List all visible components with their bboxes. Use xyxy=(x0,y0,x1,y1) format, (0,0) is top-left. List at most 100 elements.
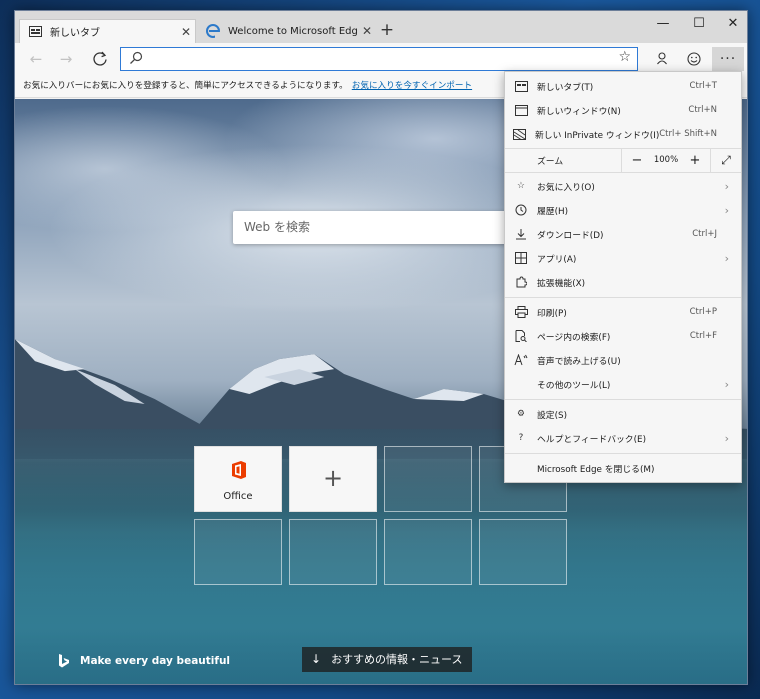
fullscreen-icon[interactable]: ⤢ xyxy=(711,153,741,168)
tab-new-tab[interactable]: 新しいタブ ✕ xyxy=(19,19,196,43)
download-icon xyxy=(505,228,537,240)
empty-tile[interactable] xyxy=(194,519,282,585)
favbar-text: お気に入りバーにお気に入りを登録すると、簡単にアクセスできるようになります。 xyxy=(23,81,348,91)
menu-label: 新しいタブ(T) xyxy=(537,82,594,93)
menu-item-downloads[interactable]: ダウンロード(D) Ctrl+J xyxy=(505,222,741,246)
bing-tagline: Make every day beautiful xyxy=(80,655,231,667)
more-icon[interactable]: ··· xyxy=(712,47,744,71)
menu-item-extensions[interactable]: 拡張機能(X) xyxy=(505,270,741,294)
new-tab-page-icon xyxy=(28,25,42,39)
refresh-icon[interactable] xyxy=(87,47,113,71)
menu-item-new-window[interactable]: 新しいウィンドウ(N) Ctrl+N xyxy=(505,98,741,122)
menu-separator xyxy=(505,453,741,454)
news-button-label: おすすめの情報・ニュース xyxy=(331,653,463,666)
menu-separator xyxy=(505,399,741,400)
menu-shortcut: Ctrl+J xyxy=(692,229,717,239)
menu-item-print[interactable]: 印刷(P) Ctrl+P xyxy=(505,300,741,324)
office-logo-icon xyxy=(230,460,248,480)
menu-item-read-aloud[interactable]: 音声で読み上げる(U) xyxy=(505,348,741,372)
minimize-button[interactable]: — xyxy=(645,13,681,35)
browser-window: 新しいタブ ✕ Welcome to Microsoft Edge Dev ✕ … xyxy=(14,10,748,685)
menu-shortcut: Ctrl+P xyxy=(689,307,717,317)
tab-welcome[interactable]: Welcome to Microsoft Edge Dev ✕ xyxy=(198,19,376,43)
favorite-star-icon[interactable]: ☆ xyxy=(618,49,631,65)
menu-label: 新しい InPrivate ウィンドウ(I) xyxy=(534,130,660,141)
history-icon xyxy=(505,204,537,216)
menu-shortcut: Ctrl+T xyxy=(689,81,717,91)
settings-and-more-menu: 新しいタブ(T) Ctrl+T 新しいウィンドウ(N) Ctrl+N 新しい I… xyxy=(504,71,742,483)
bing-logo-icon xyxy=(57,653,71,669)
search-icon xyxy=(129,51,143,65)
menu-shortcut: Ctrl+ Shift+N xyxy=(659,129,717,139)
menu-label: アプリ(A) xyxy=(537,254,577,265)
profile-icon[interactable] xyxy=(648,47,676,71)
tile-label: Office xyxy=(223,491,253,502)
read-aloud-icon xyxy=(505,354,537,366)
menu-item-close-edge[interactable]: Microsoft Edge を閉じる(M) xyxy=(505,456,741,480)
edge-logo-icon xyxy=(206,24,220,38)
add-site-tile[interactable]: + xyxy=(289,446,377,512)
menu-label: ページ内の検索(F) xyxy=(537,332,611,343)
menu-label: 拡張機能(X) xyxy=(537,278,586,289)
empty-tile[interactable] xyxy=(384,519,472,585)
star-icon: ☆ xyxy=(517,181,525,191)
menu-separator xyxy=(505,297,741,298)
inprivate-window-icon xyxy=(505,128,535,140)
menu-label: 新しいウィンドウ(N) xyxy=(537,106,621,117)
web-search-input[interactable] xyxy=(244,218,484,236)
zoom-level: 100% xyxy=(653,155,679,165)
menu-label: その他のツール(L) xyxy=(537,380,611,391)
menu-item-new-inprivate[interactable]: 新しい InPrivate ウィンドウ(I) Ctrl+ Shift+N xyxy=(505,122,741,146)
menu-item-more-tools[interactable]: その他のツール(L) › xyxy=(505,372,741,396)
close-button[interactable]: ✕ xyxy=(715,13,747,35)
menu-item-apps[interactable]: アプリ(A) › xyxy=(505,246,741,270)
menu-label: 履歴(H) xyxy=(537,206,569,217)
menu-label: ヘルプとフィードバック(E) xyxy=(537,434,647,445)
feedback-icon[interactable] xyxy=(680,47,708,71)
zoom-in-button[interactable]: + xyxy=(680,153,710,168)
menu-label: Microsoft Edge を閉じる(M) xyxy=(537,464,655,475)
plus-icon: + xyxy=(322,464,344,492)
menu-shortcut: Ctrl+F xyxy=(689,331,717,341)
menu-label: お気に入り(O) xyxy=(537,182,595,193)
chevron-right-icon: › xyxy=(724,203,729,217)
new-tab-icon xyxy=(505,80,537,92)
arrow-down-icon: ↓ xyxy=(311,652,322,666)
new-window-icon xyxy=(505,104,537,116)
top-site-tile-office[interactable]: Office xyxy=(194,446,282,512)
empty-tile[interactable] xyxy=(479,519,567,585)
web-search-box[interactable] xyxy=(233,211,523,244)
menu-item-new-tab[interactable]: 新しいタブ(T) Ctrl+T xyxy=(505,74,741,98)
menu-label: 印刷(P) xyxy=(537,308,567,319)
question-icon: ? xyxy=(518,433,524,443)
menu-item-settings[interactable]: ⚙ 設定(S) xyxy=(505,402,741,426)
address-bar[interactable]: ☆ xyxy=(120,47,638,71)
empty-tile[interactable] xyxy=(289,519,377,585)
zoom-out-button[interactable]: − xyxy=(622,153,652,168)
new-tab-button[interactable]: + xyxy=(377,21,397,41)
menu-label: ダウンロード(D) xyxy=(537,230,604,241)
menu-item-help[interactable]: ? ヘルプとフィードバック(E) › xyxy=(505,426,741,450)
menu-item-favorites[interactable]: ☆ お気に入り(O) › xyxy=(505,174,741,198)
news-feed-button[interactable]: ↓ おすすめの情報・ニュース xyxy=(302,647,472,672)
address-input[interactable] xyxy=(149,50,609,68)
apps-icon xyxy=(505,252,537,264)
menu-separator xyxy=(505,172,741,173)
back-icon[interactable]: ← xyxy=(23,47,49,71)
tab-close-icon[interactable]: ✕ xyxy=(358,24,376,38)
menu-label: 設定(S) xyxy=(537,410,568,421)
tab-close-icon[interactable]: ✕ xyxy=(177,25,195,39)
menu-item-history[interactable]: 履歴(H) › xyxy=(505,198,741,222)
bing-image-credit[interactable]: Make every day beautiful xyxy=(57,653,230,669)
tab-title: Welcome to Microsoft Edge Dev xyxy=(228,25,358,37)
forward-icon[interactable]: → xyxy=(53,47,79,71)
menu-item-find[interactable]: ページ内の検索(F) Ctrl+F xyxy=(505,324,741,348)
empty-tile[interactable] xyxy=(384,446,472,512)
maximize-button[interactable]: ☐ xyxy=(681,13,717,35)
tab-title: 新しいタブ xyxy=(50,28,100,39)
chevron-right-icon: › xyxy=(724,377,729,391)
chevron-right-icon: › xyxy=(724,431,729,445)
import-favorites-link[interactable]: お気に入りを今すぐインポート xyxy=(352,81,472,91)
chevron-right-icon: › xyxy=(724,179,729,193)
tab-strip: 新しいタブ ✕ Welcome to Microsoft Edge Dev ✕ … xyxy=(15,11,747,43)
